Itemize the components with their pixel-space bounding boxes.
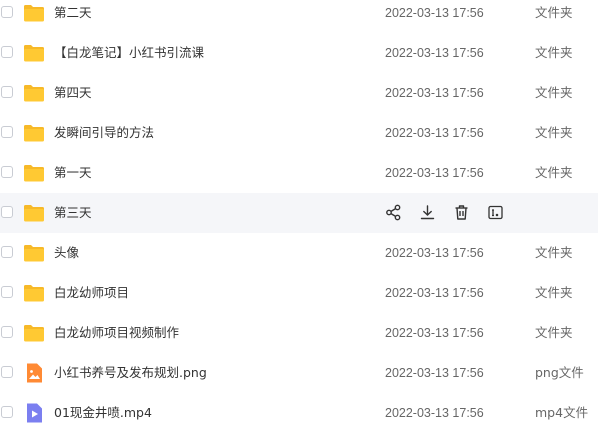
file-type: 文件夹 xyxy=(535,5,573,20)
row-checkbox[interactable] xyxy=(1,46,13,58)
folder-icon xyxy=(23,162,45,184)
file-name[interactable]: 01现金井喷.mp4 xyxy=(54,393,152,433)
file-row[interactable]: 白龙幼师项目视频制作 2022-03-13 17:56 文件夹 xyxy=(0,313,598,353)
file-name[interactable]: 白龙幼师项目 xyxy=(54,273,129,313)
row-checkbox[interactable] xyxy=(1,246,13,258)
file-name[interactable]: 第四天 xyxy=(54,73,92,113)
folder-icon xyxy=(23,42,45,64)
row-checkbox[interactable] xyxy=(1,86,13,98)
file-name[interactable]: 第三天 xyxy=(54,193,92,233)
modified-time: 2022-03-13 17:56 xyxy=(385,126,484,140)
folder-icon xyxy=(23,242,45,264)
file-name[interactable]: 头像 xyxy=(54,233,79,273)
file-type: 文件夹 xyxy=(535,85,573,100)
share-icon[interactable] xyxy=(384,203,403,222)
row-checkbox[interactable] xyxy=(1,366,13,378)
file-type: 文件夹 xyxy=(535,165,573,180)
folder-icon xyxy=(23,282,45,304)
file-row[interactable]: 第三天 xyxy=(0,193,598,233)
file-type: 文件夹 xyxy=(535,125,573,140)
row-actions xyxy=(384,203,505,223)
row-checkbox[interactable] xyxy=(1,286,13,298)
file-type: png文件 xyxy=(535,365,584,380)
image-file-icon xyxy=(23,362,45,384)
modified-time: 2022-03-13 17:56 xyxy=(385,166,484,180)
file-row[interactable]: 头像 2022-03-13 17:56 文件夹 xyxy=(0,233,598,273)
modified-time: 2022-03-13 17:56 xyxy=(385,86,484,100)
rename-icon[interactable] xyxy=(486,203,505,222)
file-name[interactable]: 小红书养号及发布规划.png xyxy=(54,353,207,393)
file-row[interactable]: 发瞬间引导的方法 2022-03-13 17:56 文件夹 xyxy=(0,113,598,153)
folder-icon xyxy=(23,2,45,24)
file-name[interactable]: 发瞬间引导的方法 xyxy=(54,113,154,153)
file-type: 文件夹 xyxy=(535,325,573,340)
file-type: 文件夹 xyxy=(535,245,573,260)
file-name[interactable]: 白龙幼师项目视频制作 xyxy=(54,313,179,353)
file-row[interactable]: 第二天 2022-03-13 17:56 文件夹 xyxy=(0,0,598,33)
file-row[interactable]: 白龙幼师项目 2022-03-13 17:56 文件夹 xyxy=(0,273,598,313)
row-checkbox[interactable] xyxy=(1,406,13,418)
file-type: 文件夹 xyxy=(535,285,573,300)
folder-icon xyxy=(23,322,45,344)
file-type: mp4文件 xyxy=(535,405,589,420)
file-row[interactable]: 01现金井喷.mp4 2022-03-13 17:56 mp4文件 xyxy=(0,393,598,433)
download-icon[interactable] xyxy=(418,203,437,222)
modified-time: 2022-03-13 17:56 xyxy=(385,6,484,20)
file-name[interactable]: 第二天 xyxy=(54,0,92,33)
file-list: 第二天 2022-03-13 17:56 文件夹 【白龙笔记】小红书引流课 2022-… xyxy=(0,0,598,433)
row-checkbox[interactable] xyxy=(1,6,13,18)
row-checkbox[interactable] xyxy=(1,326,13,338)
file-row[interactable]: 第四天 2022-03-13 17:56 文件夹 xyxy=(0,73,598,113)
modified-time: 2022-03-13 17:56 xyxy=(385,246,484,260)
row-checkbox[interactable] xyxy=(1,166,13,178)
folder-icon xyxy=(23,202,45,224)
modified-time: 2022-03-13 17:56 xyxy=(385,286,484,300)
modified-time: 2022-03-13 17:56 xyxy=(385,406,484,420)
file-name[interactable]: 第一天 xyxy=(54,153,92,193)
folder-icon xyxy=(23,82,45,104)
file-name[interactable]: 【白龙笔记】小红书引流课 xyxy=(54,33,204,73)
row-checkbox[interactable] xyxy=(1,126,13,138)
modified-time: 2022-03-13 17:56 xyxy=(385,326,484,340)
file-row[interactable]: 第一天 2022-03-13 17:56 文件夹 xyxy=(0,153,598,193)
video-file-icon xyxy=(23,402,45,424)
row-checkbox[interactable] xyxy=(1,206,13,218)
delete-icon[interactable] xyxy=(452,203,471,222)
modified-time: 2022-03-13 17:56 xyxy=(385,46,484,60)
folder-icon xyxy=(23,122,45,144)
modified-time: 2022-03-13 17:56 xyxy=(385,366,484,380)
file-type: 文件夹 xyxy=(535,45,573,60)
file-row[interactable]: 【白龙笔记】小红书引流课 2022-03-13 17:56 文件夹 xyxy=(0,33,598,73)
file-row[interactable]: 小红书养号及发布规划.png 2022-03-13 17:56 png文件 xyxy=(0,353,598,393)
